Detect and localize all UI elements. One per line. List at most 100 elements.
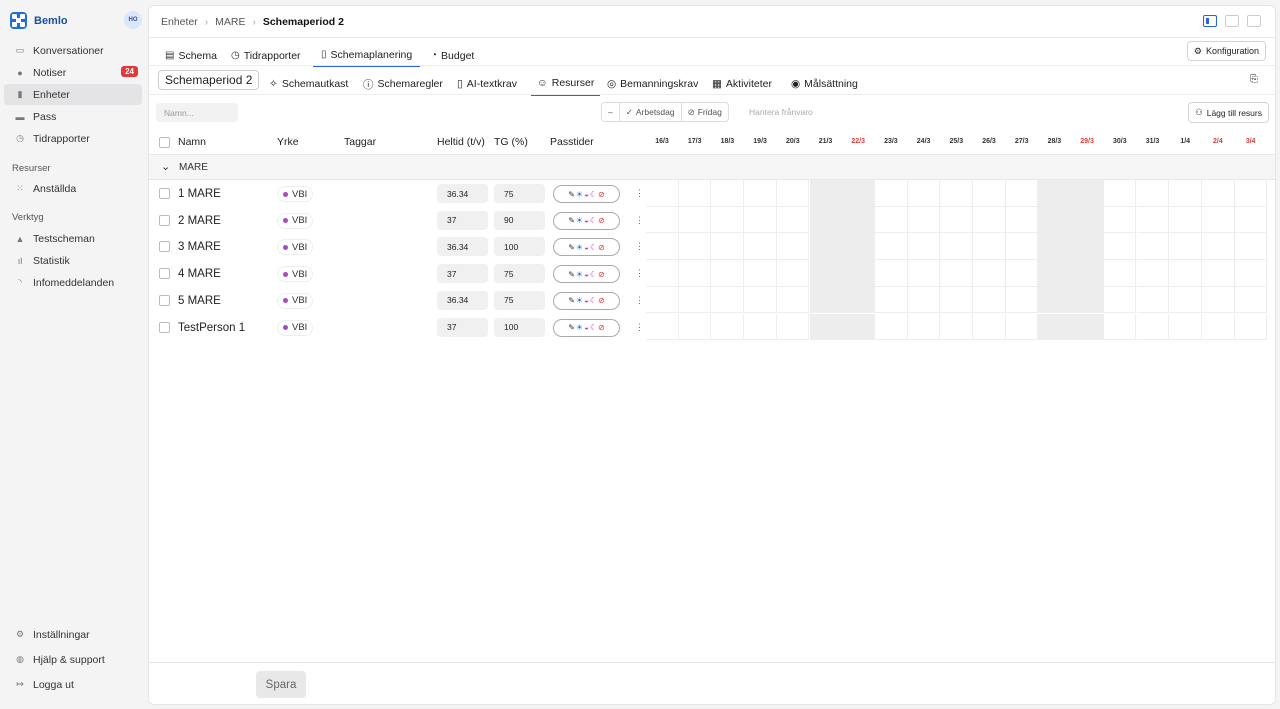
schedule-cell[interactable] (1071, 260, 1104, 287)
schedule-cell[interactable] (646, 206, 679, 234)
schedule-cell[interactable] (711, 286, 745, 314)
sidebar-item-testscheman[interactable]: ▲ Testscheman (4, 228, 142, 249)
schedule-cell[interactable] (1201, 206, 1235, 234)
schedule-cell[interactable] (907, 206, 941, 234)
select-all-checkbox[interactable] (159, 137, 170, 148)
more-vertical-icon[interactable]: ⋮ (635, 241, 644, 252)
schedule-cell[interactable] (1103, 180, 1137, 207)
schedule-cell[interactable] (1136, 233, 1170, 261)
passtider-selector[interactable]: ✎ ☀ ◒ ☾ ⊘ (553, 265, 620, 284)
more-vertical-icon[interactable]: ⋮ (635, 188, 644, 199)
schedule-cell[interactable] (973, 286, 1006, 314)
schedule-cell[interactable] (973, 260, 1006, 287)
schedule-cell[interactable] (973, 206, 1006, 234)
tg-field[interactable]: 75 (494, 290, 545, 310)
tab-schemaplanering[interactable]: ▯ Schemaplanering (313, 44, 421, 67)
subtab-bemanningskrav[interactable]: ◎ Bemanningskrav (607, 72, 698, 96)
konfiguration-button[interactable]: ⚙ Konfiguration (1186, 41, 1266, 61)
chevron-down-icon[interactable]: ⌄ (161, 160, 170, 173)
schedule-cell[interactable] (776, 286, 810, 314)
passtider-selector[interactable]: ✎ ☀ ◒ ☾ ⊘ (553, 211, 620, 230)
schedule-cell[interactable] (1071, 206, 1104, 234)
schedule-cell[interactable] (1005, 286, 1039, 314)
tab-schema[interactable]: ▤ Schema (165, 44, 217, 67)
resource-name[interactable]: 5 MARE (178, 295, 221, 307)
subtab-malsattning[interactable]: ◉ Målsättning (791, 72, 858, 96)
schedule-cell[interactable] (678, 313, 712, 341)
schedule-cell[interactable] (1136, 286, 1170, 314)
schedule-cell[interactable] (646, 260, 679, 287)
schedule-cell[interactable] (678, 260, 712, 287)
panel-bottom-icon[interactable] (1225, 15, 1239, 27)
resource-name[interactable]: 4 MARE (178, 268, 221, 280)
breadcrumb-enheter[interactable]: Enheter (161, 16, 198, 28)
sidebar-item-infomeddelanden[interactable]: ◝ Infomeddelanden (4, 272, 142, 293)
column-header-taggar[interactable]: Taggar (344, 136, 376, 148)
schedule-cell[interactable] (744, 286, 777, 314)
tg-field[interactable]: 90 (494, 210, 545, 230)
tg-field[interactable]: 100 (494, 317, 545, 337)
sidebar-right-icon[interactable] (1247, 15, 1261, 27)
schedule-cell[interactable] (1103, 233, 1137, 261)
schedule-cell[interactable] (1005, 206, 1039, 234)
schedule-cell[interactable] (711, 313, 745, 341)
row-checkbox[interactable] (159, 214, 170, 226)
column-header-tg[interactable]: TG (%) (494, 136, 528, 148)
schedule-cell[interactable] (1005, 260, 1039, 287)
resource-name[interactable]: 3 MARE (178, 241, 221, 253)
schedule-cell[interactable] (1234, 260, 1268, 287)
schedule-cell[interactable] (874, 206, 908, 234)
schedule-cell[interactable] (1071, 180, 1104, 207)
schedule-cell[interactable] (809, 313, 843, 341)
schedule-cell[interactable] (646, 180, 679, 207)
tg-field[interactable]: 75 (494, 184, 545, 203)
schedule-cell[interactable] (776, 260, 810, 287)
schedule-cell[interactable] (711, 206, 745, 234)
schedule-cell[interactable] (809, 206, 843, 234)
schedule-cell[interactable] (1038, 286, 1072, 314)
schedule-cell[interactable] (973, 313, 1006, 341)
row-checkbox[interactable] (159, 268, 170, 280)
passtider-selector[interactable]: ✎ ☀ ◒ ☾ ⊘ (553, 185, 620, 203)
schedule-cell[interactable] (874, 286, 908, 314)
heltid-field[interactable]: 36.34 (437, 290, 488, 310)
schedule-cell[interactable] (874, 180, 908, 207)
clipboard-copy-icon[interactable]: ⎘ (1250, 74, 1258, 85)
schedule-cell[interactable] (842, 206, 875, 234)
schedule-cell[interactable] (1169, 260, 1202, 287)
segment-minus[interactable]: – (602, 103, 620, 121)
schedule-cell[interactable] (1038, 180, 1072, 207)
segment-arbetsdag[interactable]: ✓ Arbetsdag (620, 103, 682, 121)
group-row[interactable]: ⌄ MARE (149, 154, 1275, 180)
schedule-cell[interactable] (1234, 286, 1268, 314)
sidebar-item-pass[interactable]: ▬ Pass (4, 106, 142, 127)
schedule-cell[interactable] (1136, 313, 1170, 341)
avatar[interactable]: HO (124, 11, 142, 29)
schedule-cell[interactable] (678, 286, 712, 314)
tab-budget[interactable]: ◔ Budget (431, 44, 474, 67)
schedule-cell[interactable] (1103, 313, 1137, 341)
schedule-cell[interactable] (1201, 286, 1235, 314)
row-checkbox[interactable] (159, 294, 170, 306)
schedule-cell[interactable] (1136, 260, 1170, 287)
schedule-cell[interactable] (940, 313, 973, 341)
heltid-field[interactable]: 36.34 (437, 184, 488, 203)
heltid-field[interactable]: 37 (437, 264, 488, 284)
sidebar-item-notiser[interactable]: ● Notiser 24 (4, 62, 142, 83)
schedule-cell[interactable] (907, 313, 941, 341)
schedule-cell[interactable] (744, 233, 777, 261)
schedule-cell[interactable] (1234, 206, 1268, 234)
schedule-cell[interactable] (842, 286, 875, 314)
schedule-cell[interactable] (1201, 180, 1235, 207)
passtider-selector[interactable]: ✎ ☀ ◒ ☾ ⊘ (553, 318, 620, 337)
schedule-cell[interactable] (1071, 286, 1104, 314)
sidebar-item-installningar[interactable]: ⚙ Inställningar (4, 624, 142, 645)
schedule-cell[interactable] (809, 286, 843, 314)
schedule-cell[interactable] (1103, 260, 1137, 287)
schedule-cell[interactable] (973, 233, 1006, 261)
schedule-cell[interactable] (711, 180, 745, 207)
schedule-cell[interactable] (678, 233, 712, 261)
schedule-cell[interactable] (744, 206, 777, 234)
passtider-selector[interactable]: ✎ ☀ ◒ ☾ ⊘ (553, 291, 620, 310)
sidebar-item-statistik[interactable]: ıl Statistik (4, 250, 142, 271)
